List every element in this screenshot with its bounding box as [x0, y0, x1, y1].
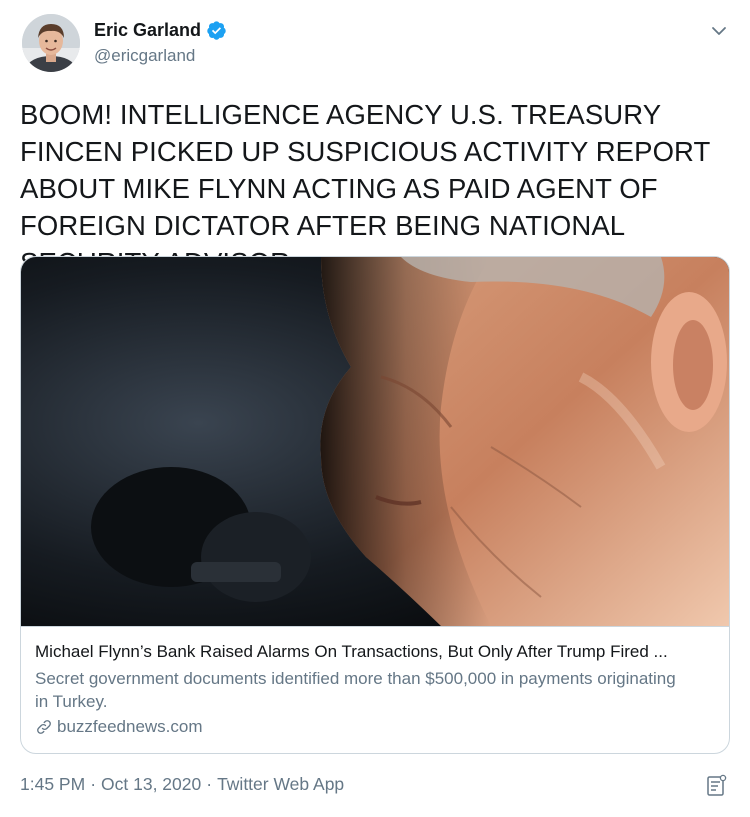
avatar[interactable]: [22, 14, 80, 72]
link-card[interactable]: Michael Flynn’s Bank Raised Alarms On Tr…: [20, 256, 730, 754]
author-name-row[interactable]: Eric Garland: [94, 20, 227, 41]
card-divider: [21, 626, 729, 627]
author-handle[interactable]: @ericgarland: [94, 46, 195, 66]
card-title[interactable]: Michael Flynn’s Bank Raised Alarms On Tr…: [35, 642, 720, 662]
meta-separator: ·: [206, 774, 213, 794]
card-image: [21, 257, 729, 626]
card-domain[interactable]: buzzfeednews.com: [35, 717, 203, 737]
card-description: Secret government documents identified m…: [35, 669, 676, 711]
card-domain-text[interactable]: buzzfeednews.com: [57, 717, 203, 737]
tweet-meta: 1:45 PM · Oct 13, 2020 · Twitter Web App: [20, 774, 344, 795]
verified-badge-icon: [206, 20, 227, 41]
tweet-text: BOOM! INTELLIGENCE AGENCY U.S. TREASURY …: [20, 99, 710, 278]
tweet-time[interactable]: 1:45 PM: [20, 774, 85, 795]
tweet-date[interactable]: Oct 13, 2020: [101, 774, 201, 795]
tweet: Eric Garland @ericgarland BOOM! INTELLIG…: [0, 0, 750, 817]
author-display-name[interactable]: Eric Garland: [94, 20, 201, 41]
chevron-down-icon[interactable]: [708, 20, 730, 42]
link-icon: [35, 718, 53, 736]
analytics-icon[interactable]: [704, 774, 728, 798]
meta-separator: ·: [90, 774, 97, 794]
tweet-source[interactable]: Twitter Web App: [217, 774, 344, 795]
